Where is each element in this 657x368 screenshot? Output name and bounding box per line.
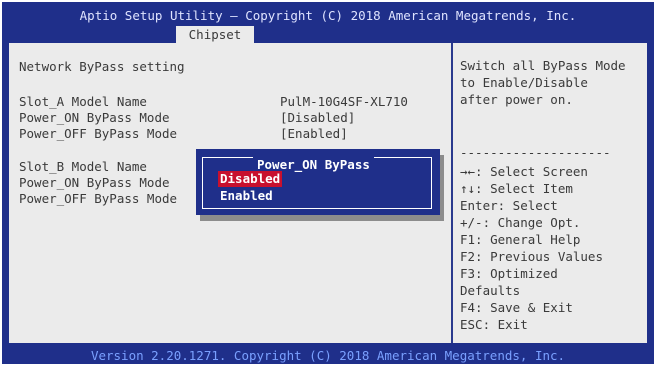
key-hint: Enter: Select <box>460 198 558 213</box>
version-footer: Version 2.20.1271. Copyright (C) 2018 Am… <box>90 348 566 363</box>
slot-a-power-off-label[interactable]: Power_OFF ByPass Mode <box>19 126 177 142</box>
key-hint: ESC: Exit <box>460 317 528 332</box>
help-line: after power on. <box>460 92 573 107</box>
slot-a-power-off-value[interactable]: [Enabled] <box>280 126 348 142</box>
key-hint: F2: Previous Values <box>460 249 603 264</box>
help-description: Switch all ByPass Mode to Enable/Disable… <box>460 57 645 108</box>
slot-b-model-label: Slot_B Model Name <box>19 159 147 174</box>
key-hint: +/-: Change Opt. <box>460 215 581 230</box>
help-separator: -------------------- <box>460 145 611 160</box>
key-hint: F4: Save & Exit <box>460 300 573 315</box>
option-popup: Power_ON ByPass Disabled Enabled <box>196 149 440 215</box>
slot-b-power-on-label[interactable]: Power_ON ByPass Mode <box>19 175 170 191</box>
slot-a-model-value: PulM-10G4SF-XL710 <box>280 94 408 109</box>
slot-a-power-on-label[interactable]: Power_ON ByPass Mode <box>19 110 170 126</box>
panel-divider <box>451 43 453 343</box>
section-title: Network ByPass setting <box>19 59 185 74</box>
utility-title: Aptio Setup Utility – Copyright (C) 2018… <box>79 8 577 23</box>
help-line: to Enable/Disable <box>460 75 588 90</box>
key-legend: →←: Select Screen ↑↓: Select Item Enter:… <box>460 163 645 333</box>
key-hint: ↑↓: Select Item <box>460 181 573 196</box>
slot-a-power-on-value[interactable]: [Disabled] <box>280 110 355 126</box>
key-hint: Defaults <box>460 283 521 298</box>
popup-option-disabled[interactable]: Disabled <box>218 171 283 187</box>
key-hint: →←: Select Screen <box>460 164 588 179</box>
popup-title: Power_ON ByPass <box>253 157 374 172</box>
slot-a-model-label: Slot_A Model Name <box>19 94 147 109</box>
popup-option-enabled[interactable]: Enabled <box>220 188 273 204</box>
help-line: Switch all ByPass Mode <box>460 58 626 73</box>
key-hint: F3: Optimized <box>460 266 558 281</box>
tab-chipset[interactable]: Chipset <box>176 26 254 44</box>
slot-b-power-off-label[interactable]: Power_OFF ByPass Mode <box>19 191 177 207</box>
key-hint: F1: General Help <box>460 232 581 247</box>
